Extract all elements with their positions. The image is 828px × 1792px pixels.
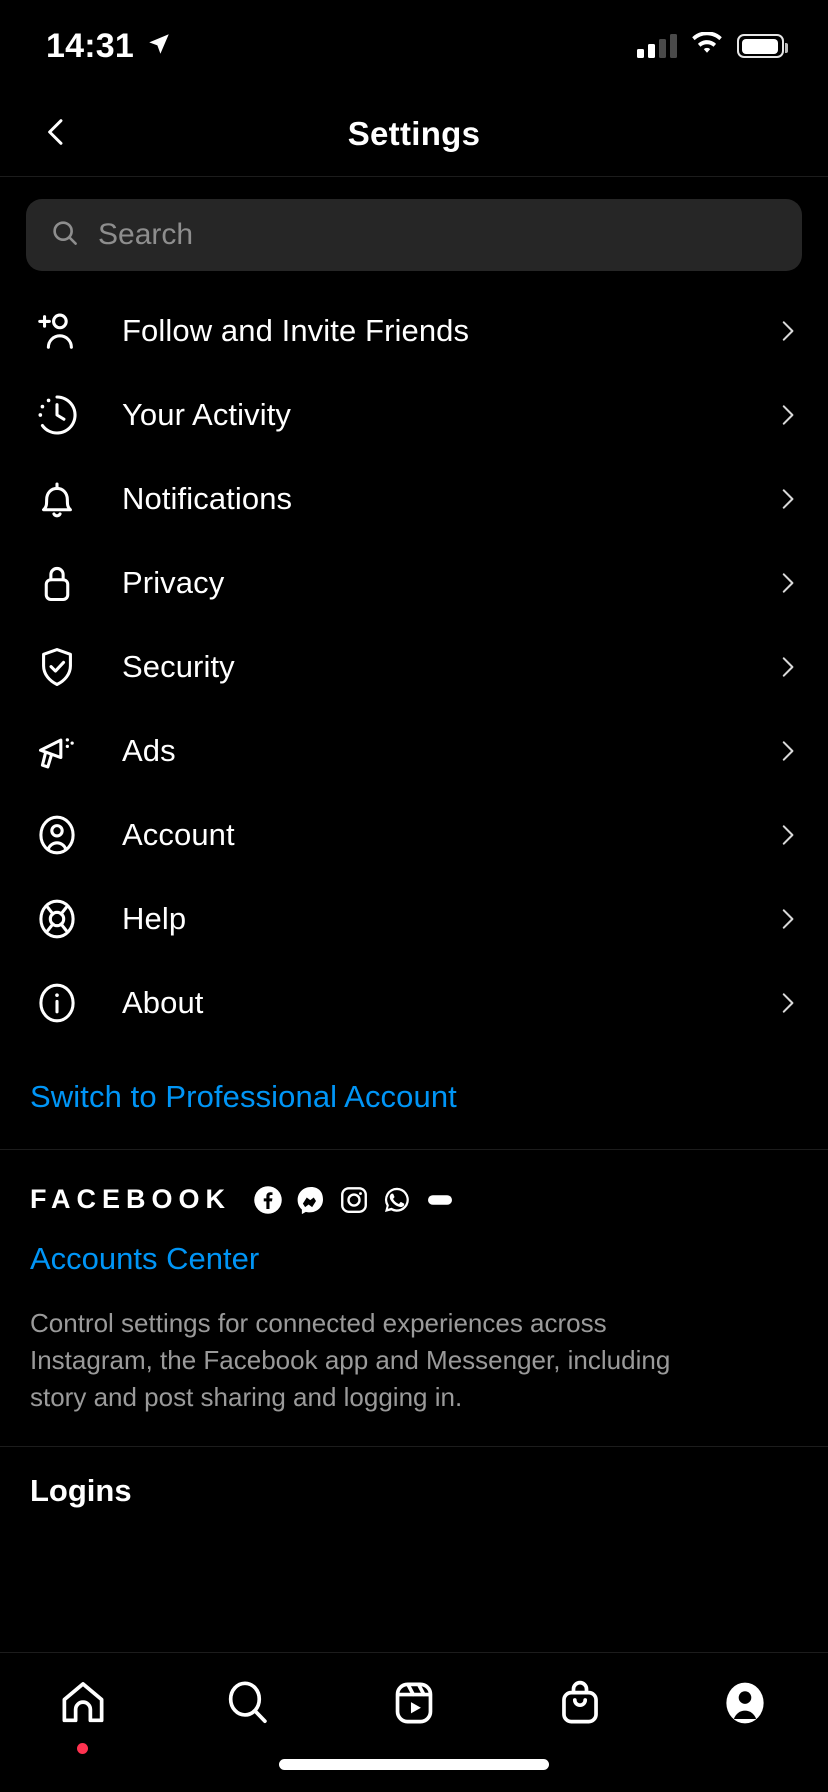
search-placeholder: Search [98, 218, 194, 251]
back-button[interactable] [28, 106, 84, 162]
account-circle-icon [30, 808, 84, 862]
settings-row-label: Follow and Invite Friends [122, 313, 470, 348]
settings-row-ads[interactable]: Ads [0, 709, 828, 793]
facebook-section: FACEBOOK Accounts Center Control setting… [0, 1150, 828, 1446]
shopping-bag-icon [554, 1677, 606, 1734]
chevron-right-icon [774, 486, 800, 512]
status-bar: 14:31 [0, 0, 828, 92]
cellular-signal-icon [637, 34, 677, 58]
tab-bar [0, 1652, 828, 1792]
settings-row-help[interactable]: Help [0, 877, 828, 961]
chevron-right-icon [774, 738, 800, 764]
status-time: 14:31 [46, 26, 134, 65]
nav-bar: Settings [0, 92, 828, 177]
reels-icon [388, 1677, 440, 1734]
settings-row-security[interactable]: Security [0, 625, 828, 709]
logins-section-title: Logins [30, 1472, 132, 1508]
facebook-app-icons [253, 1185, 455, 1215]
chevron-right-icon [774, 822, 800, 848]
chevron-right-icon [774, 318, 800, 344]
chevron-right-icon [774, 906, 800, 932]
chevron-right-icon [774, 654, 800, 680]
lock-icon [30, 556, 84, 610]
settings-row-label: Ads [122, 733, 176, 768]
settings-row-notifications[interactable]: Notifications [0, 457, 828, 541]
location-arrow-icon [146, 31, 172, 62]
shop-tab[interactable] [497, 1677, 663, 1734]
settings-row-follow-and-invite-friends[interactable]: Follow and Invite Friends [0, 289, 828, 373]
search-icon [222, 1677, 274, 1734]
shield-check-icon [30, 640, 84, 694]
settings-list: Follow and Invite Friends Your Activity [0, 289, 828, 1051]
settings-row-privacy[interactable]: Privacy [0, 541, 828, 625]
settings-row-label: Account [122, 817, 235, 852]
settings-row-label: Help [122, 901, 187, 936]
instagram-icon [339, 1185, 369, 1215]
battery-icon [737, 34, 788, 58]
settings-row-label: About [122, 985, 204, 1020]
accounts-center-link[interactable]: Accounts Center [30, 1241, 798, 1277]
info-circle-icon [30, 976, 84, 1030]
home-tab[interactable] [0, 1677, 166, 1754]
megaphone-icon [30, 724, 84, 778]
settings-row-about[interactable]: About [0, 961, 828, 1045]
settings-row-label: Privacy [122, 565, 225, 600]
chevron-right-icon [774, 990, 800, 1016]
home-badge-dot [77, 1743, 89, 1754]
status-bar-right [637, 30, 788, 61]
activity-clock-icon [30, 388, 84, 442]
profile-tab[interactable] [662, 1677, 828, 1734]
reels-tab[interactable] [331, 1677, 497, 1734]
profile-avatar-icon [719, 1677, 771, 1734]
status-bar-left: 14:31 [46, 27, 172, 66]
facebook-description: Control settings for connected experienc… [30, 1308, 671, 1412]
settings-row-label: Notifications [122, 481, 293, 516]
life-ring-icon [30, 892, 84, 946]
whatsapp-icon [382, 1185, 412, 1215]
search-icon [50, 218, 80, 253]
search-tab[interactable] [166, 1677, 332, 1734]
person-add-icon [30, 304, 84, 358]
search-section: Search [0, 177, 828, 289]
wifi-icon [691, 30, 723, 61]
chevron-left-icon [39, 115, 73, 154]
search-input[interactable]: Search [26, 199, 802, 271]
switch-professional-account-link[interactable]: Switch to Professional Account [0, 1051, 828, 1149]
chevron-right-icon [774, 402, 800, 428]
messenger-icon [296, 1185, 326, 1215]
home-indicator [279, 1759, 549, 1770]
facebook-icon [253, 1185, 283, 1215]
chevron-right-icon [774, 570, 800, 596]
home-icon [57, 1677, 109, 1734]
facebook-header: FACEBOOK [30, 1184, 798, 1215]
page-title: Settings [347, 115, 481, 152]
settings-row-label: Security [122, 649, 235, 684]
settings-row-label: Your Activity [122, 397, 292, 432]
oculus-icon [425, 1185, 455, 1215]
settings-screen: 14:31 Settings Search Follow and Invite … [0, 0, 828, 1792]
facebook-wordmark: FACEBOOK [30, 1184, 232, 1214]
settings-row-account[interactable]: Account [0, 793, 828, 877]
bell-icon [30, 472, 84, 526]
settings-row-your-activity[interactable]: Your Activity [0, 373, 828, 457]
